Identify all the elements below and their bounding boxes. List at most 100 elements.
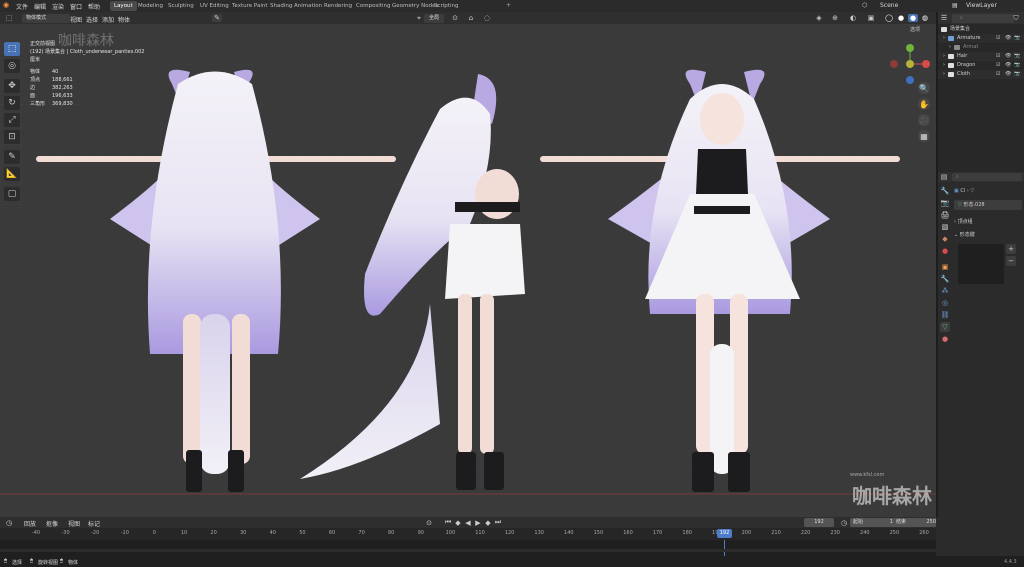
workspace-tab-texture-paint[interactable]: Texture Paint <box>228 1 272 11</box>
filter-icon[interactable]: ⛉ <box>1012 14 1020 22</box>
visibility-icon[interactable]: ◈ <box>814 14 824 22</box>
shading-wireframe-icon[interactable]: ◯ <box>884 14 894 22</box>
outliner-item[interactable]: › Armat <box>938 43 1024 52</box>
outliner-type-icon[interactable]: ☰ <box>940 14 948 22</box>
transform-orientation-dropdown[interactable]: 全局 <box>424 13 444 23</box>
pivot-icon[interactable]: ⊙ <box>450 14 460 22</box>
jump-start-icon[interactable]: ⏮ <box>444 518 452 527</box>
measure-tool-icon[interactable]: 📐 <box>4 167 20 181</box>
tool-tab-icon[interactable]: 🔧 <box>940 186 950 196</box>
overlay-icon[interactable]: ◐ <box>848 14 858 22</box>
record-icon[interactable]: ⊙ <box>424 518 434 527</box>
exclude-checkbox-icon[interactable]: ☑ <box>996 70 1000 79</box>
eyedropper-icon[interactable]: ✎ <box>212 14 222 22</box>
viewlayer-icon[interactable]: ▤ <box>952 2 958 9</box>
menu-edit[interactable]: 编辑 <box>34 2 46 11</box>
snap-icon[interactable]: ⌂ <box>466 14 476 22</box>
outliner-item[interactable]: › Hair ☑ 👁 📷 <box>938 52 1024 61</box>
constraints-tab-icon[interactable]: ⛓ <box>940 310 950 320</box>
rotate-tool-icon[interactable]: ↻ <box>4 96 20 110</box>
add-shape-key-button[interactable]: + <box>1006 244 1016 254</box>
timeline-menu-view[interactable]: 视图 <box>68 519 80 528</box>
pan-hand-icon[interactable]: ✋ <box>918 98 930 110</box>
timeline-type-icon[interactable]: ◷ <box>4 518 14 527</box>
menu-add[interactable]: 添加 <box>102 15 114 24</box>
workspace-tab-modeling[interactable]: Modeling <box>134 1 167 11</box>
options-dropdown[interactable]: 选项 <box>910 26 920 33</box>
visibility-eye-icon[interactable]: 👁 <box>1005 70 1011 79</box>
jump-end-icon[interactable]: ⏭ <box>494 518 502 527</box>
menu-window[interactable]: 窗口 <box>70 2 82 11</box>
3d-viewport[interactable]: ⬚ ◎ ✥ ↻ ⤢ ⊡ ✎ 📐 ▢ 正交前视图 (192) 场景集合 | Clo… <box>0 24 936 517</box>
exclude-checkbox-icon[interactable]: ☑ <box>996 52 1000 61</box>
modifier-tab-icon[interactable]: 🔧 <box>940 274 950 284</box>
menu-file[interactable]: 文件 <box>16 2 28 11</box>
scale-tool-icon[interactable]: ⤢ <box>4 113 20 127</box>
annotate-tool-icon[interactable]: ✎ <box>4 150 20 164</box>
render-camera-icon[interactable]: 📷 <box>1014 34 1020 43</box>
workspace-tab-scripting[interactable]: Scripting <box>430 1 462 11</box>
workspace-tab-sculpting[interactable]: Sculpting <box>164 1 198 11</box>
timeline-menu-keying[interactable]: 抠像 <box>46 519 58 528</box>
timeline-track[interactable] <box>0 540 936 556</box>
play-reverse-icon[interactable]: ◀ <box>464 518 472 527</box>
shape-keys-list[interactable] <box>958 244 1004 284</box>
particles-tab-icon[interactable]: ⁂ <box>940 286 950 296</box>
camera-view-icon[interactable]: 🎥 <box>918 114 930 126</box>
workspace-tab-rendering[interactable]: Rendering <box>320 1 356 11</box>
exclude-checkbox-icon[interactable]: ☑ <box>996 61 1000 70</box>
shape-keys-section[interactable]: ⌄ 形态键 <box>954 231 1022 240</box>
select-box-tool-icon[interactable]: ⬚ <box>4 42 20 56</box>
remove-shape-key-button[interactable]: − <box>1006 256 1016 266</box>
move-tool-icon[interactable]: ✥ <box>4 79 20 93</box>
menu-select[interactable]: 选择 <box>86 15 98 24</box>
current-frame-field[interactable]: 192 <box>804 518 834 527</box>
clock-icon[interactable]: ◷ <box>840 518 848 527</box>
timeline-menu-marker[interactable]: 标记 <box>88 519 100 528</box>
next-key-icon[interactable]: ◆ <box>484 518 492 527</box>
timeline-scrollbar[interactable] <box>0 549 936 552</box>
cursor-tool-icon[interactable]: ◎ <box>4 59 20 73</box>
output-tab-icon[interactable]: 🖨 <box>940 210 950 220</box>
xray-icon[interactable]: ▣ <box>866 14 876 22</box>
shading-solid-icon[interactable]: ● <box>896 14 906 22</box>
shading-material-icon[interactable]: ● <box>908 14 918 22</box>
expand-arrow-icon[interactable]: › <box>943 70 945 79</box>
material-tab-icon[interactable]: ● <box>940 334 950 344</box>
editor-type-icon[interactable]: ⬚ <box>4 14 14 22</box>
menu-object[interactable]: 物体 <box>118 15 130 24</box>
timeline-ruler[interactable]: -40 -30 -20 -10 0 10 20 30 40 50 60 70 80 90 100 110 120… <box>0 528 936 540</box>
expand-arrow-icon[interactable]: › <box>943 34 945 43</box>
expand-arrow-icon[interactable]: › <box>943 61 945 70</box>
proportional-edit-icon[interactable]: ◌ <box>482 14 492 22</box>
render-camera-icon[interactable]: 📷 <box>1014 70 1020 79</box>
expand-arrow-icon[interactable]: › <box>943 52 945 61</box>
viewlayer-selector[interactable]: ViewLayer <box>966 2 997 9</box>
blender-logo-icon[interactable]: ◉ <box>3 1 9 9</box>
menu-view[interactable]: 视图 <box>70 15 82 24</box>
outliner-item[interactable]: › Armature ☑ 👁 📷 <box>938 34 1024 43</box>
add-cube-tool-icon[interactable]: ▢ <box>4 187 20 201</box>
play-icon[interactable]: ▶ <box>474 518 482 527</box>
visibility-eye-icon[interactable]: 👁 <box>1005 34 1011 43</box>
world-tab-icon[interactable]: ● <box>940 246 950 256</box>
render-camera-icon[interactable]: 📷 <box>1014 52 1020 61</box>
vertex-groups-section[interactable]: › 顶点组 <box>954 218 1022 227</box>
transform-tool-icon[interactable]: ⊡ <box>4 130 20 144</box>
outliner-root[interactable]: 场景集合 <box>938 25 1024 34</box>
zoom-icon[interactable]: 🔍 <box>918 82 930 94</box>
render-tab-icon[interactable]: 📷 <box>940 198 950 208</box>
menu-render[interactable]: 渲染 <box>52 2 64 11</box>
shading-rendered-icon[interactable]: ◍ <box>920 14 930 22</box>
playhead[interactable]: 192 <box>717 529 732 538</box>
outliner-search-input[interactable]: ⌕ <box>952 13 1014 23</box>
perspective-toggle-icon[interactable]: ▦ <box>918 130 930 142</box>
object-tab-icon[interactable]: ▣ <box>940 262 950 272</box>
transform-orientation-icon[interactable]: ⌖ <box>414 14 424 22</box>
mode-dropdown[interactable]: 物体模式 <box>22 13 70 23</box>
gizmo-icon[interactable]: ⊕ <box>830 14 840 22</box>
workspace-tab-layout[interactable]: Layout <box>110 1 137 11</box>
properties-type-icon[interactable]: ▤ <box>940 173 948 181</box>
scene-tab-icon[interactable]: ◆ <box>940 234 950 244</box>
data-tab-icon[interactable]: ▽ <box>940 322 950 332</box>
